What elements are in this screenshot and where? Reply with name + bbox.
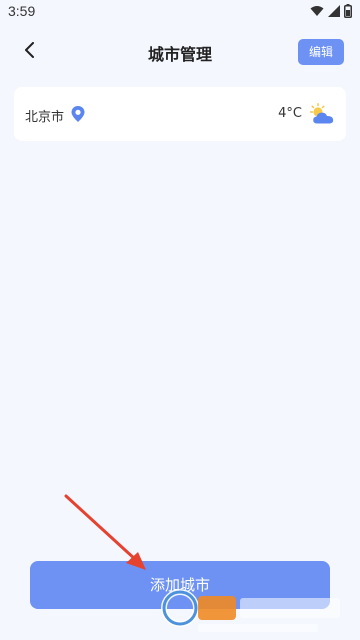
edit-button[interactable]: 编辑 <box>298 39 344 65</box>
city-card[interactable]: 北京市 4°C <box>14 87 346 141</box>
battery-icon <box>344 4 352 18</box>
wifi-icon <box>310 5 324 17</box>
header: 城市管理 编辑 <box>0 32 360 72</box>
status-bar: 3:59 <box>0 0 360 24</box>
location-pin-icon <box>71 106 85 122</box>
add-city-button[interactable]: 添加城市 <box>30 561 330 609</box>
city-name: 北京市 <box>25 110 65 125</box>
city-management-screen: 3:59 城市管理 编辑 北京市 4°C 添加城市 <box>0 0 360 640</box>
partly-cloudy-icon <box>309 103 336 125</box>
status-time: 3:59 <box>8 3 36 19</box>
signal-icon <box>328 5 340 17</box>
temperature: 4°C <box>278 106 302 121</box>
status-icons <box>310 4 352 18</box>
